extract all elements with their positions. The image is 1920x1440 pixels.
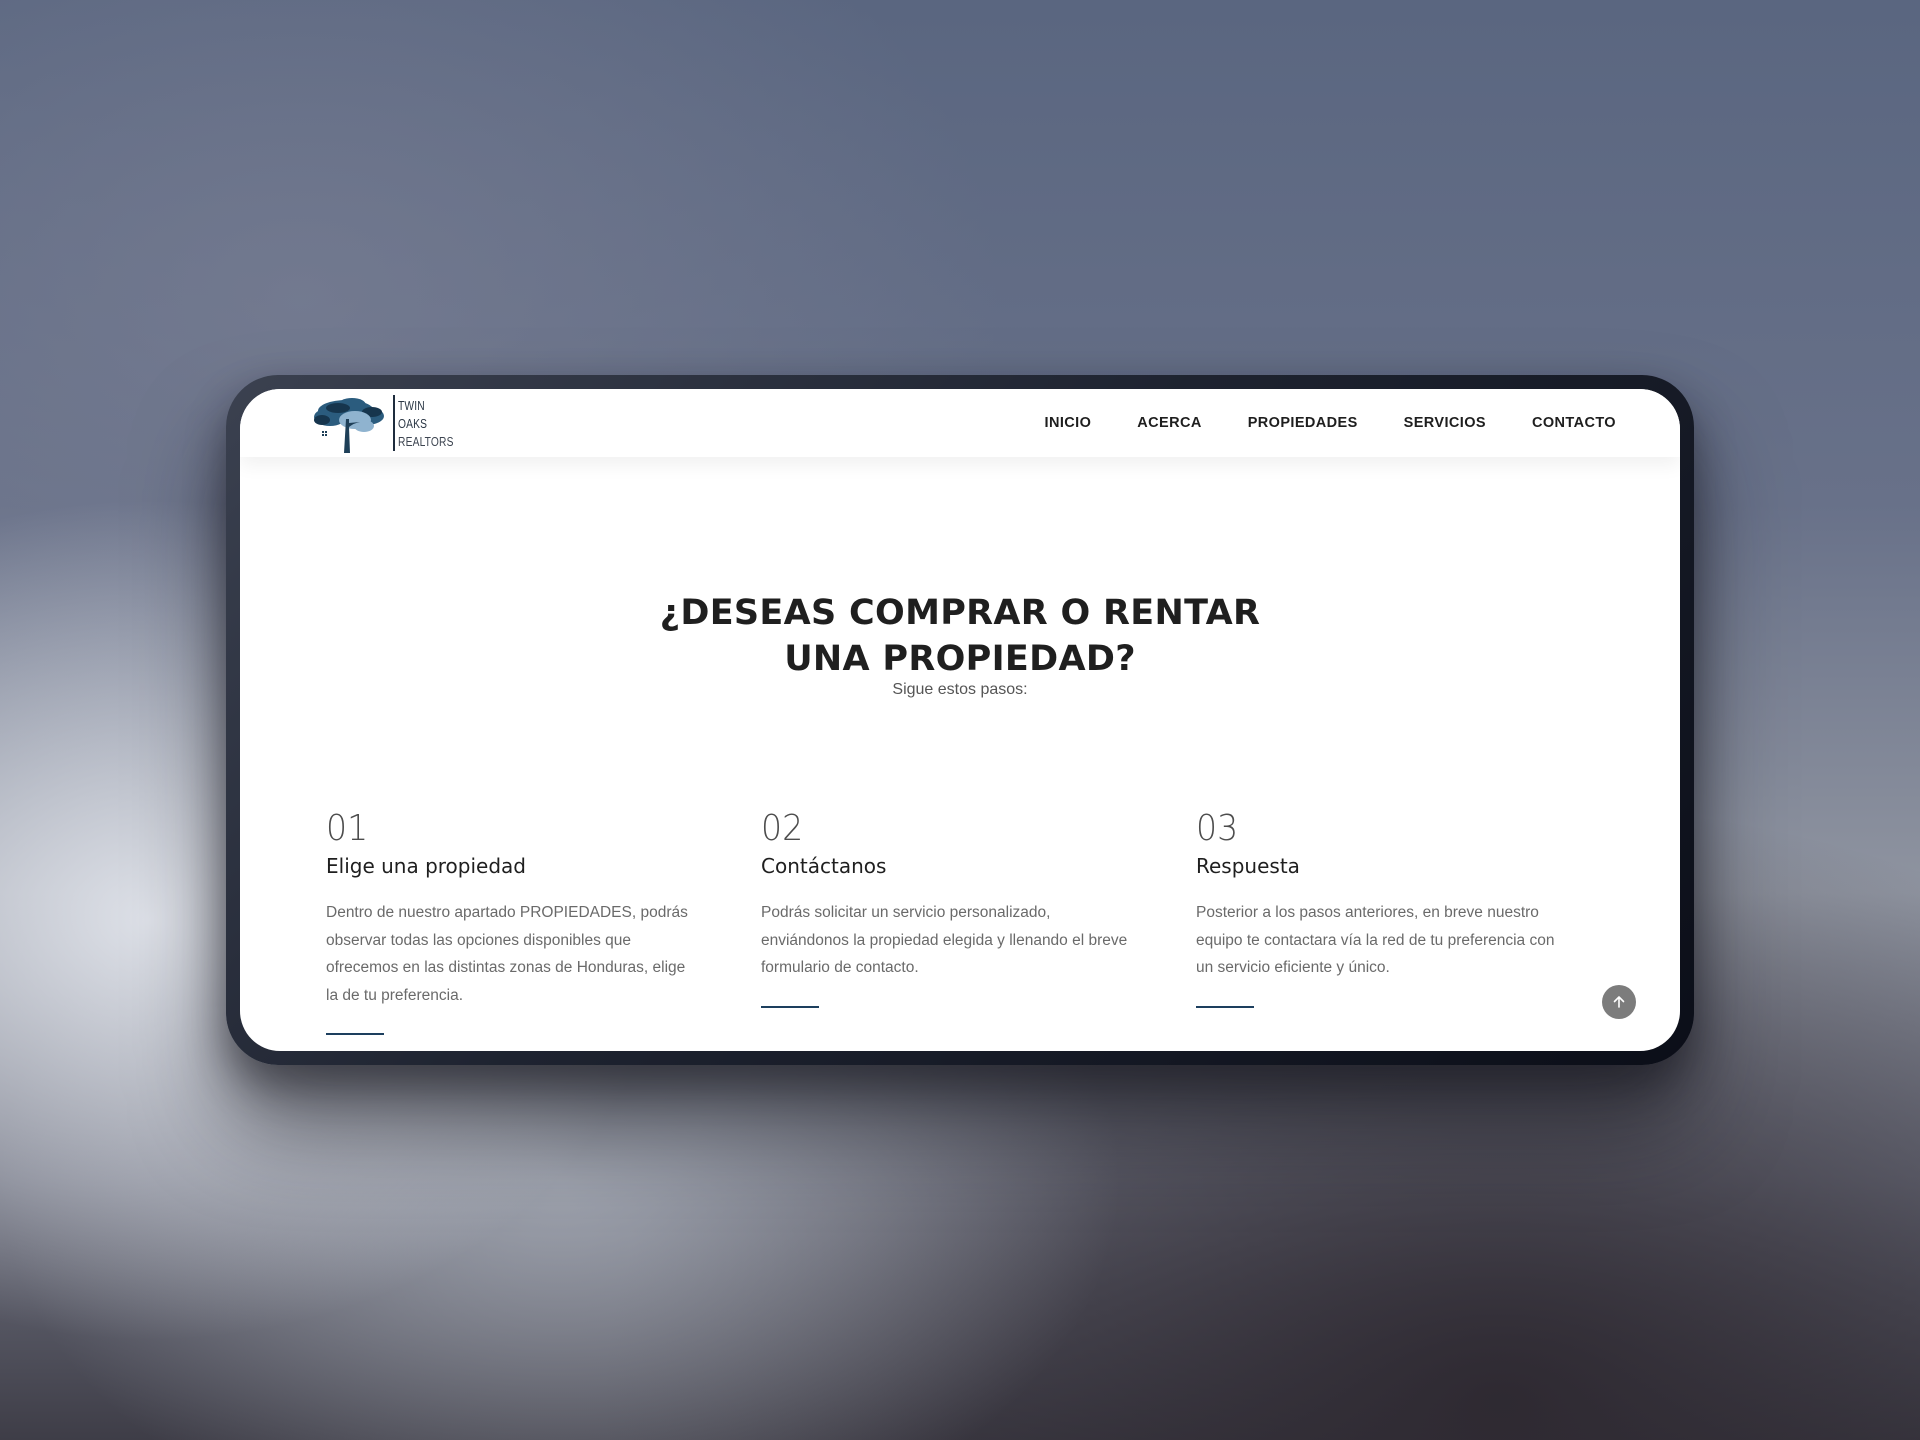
step-number: 03 (1196, 808, 1239, 849)
logo-line-twin: TWIN (398, 399, 425, 413)
scroll-to-top-button[interactable] (1602, 985, 1636, 1019)
logo-divider (393, 395, 395, 451)
step-accent-line (761, 1005, 819, 1008)
step-number: 02 (761, 808, 804, 849)
step-title: Elige una propiedad (326, 854, 526, 878)
section-title-line-2: UNA PROPIEDAD? (784, 639, 1136, 680)
step-accent-line (1196, 1005, 1254, 1008)
step-accent-line (326, 1033, 384, 1035)
step-description: Posterior a los pasos anteriores, en bre… (1196, 904, 1555, 976)
nav-item-propiedades[interactable]: PROPIEDADES (1248, 415, 1358, 431)
device-frame: TWIN OAKS REALTORS INICIO ACERCA PROPIED… (226, 375, 1694, 1065)
arrow-up-icon (1613, 996, 1625, 1008)
logo-line-realtors: REALTORS (398, 435, 454, 449)
step-description: Podrás solicitar un servicio personaliza… (761, 904, 1128, 976)
website-viewport: TWIN OAKS REALTORS INICIO ACERCA PROPIED… (240, 389, 1680, 1051)
nav-item-inicio[interactable]: INICIO (1045, 415, 1092, 431)
main-nav: INICIO ACERCA PROPIEDADES SERVICIOS CONT… (1045, 389, 1616, 457)
logo-line-oaks: OAKS (398, 417, 428, 431)
step-title: Respuesta (1196, 854, 1300, 878)
step-card-3: 03 Respuesta Posterior a los pasos anter… (1196, 809, 1576, 1008)
step-card-2: 02 Contáctanos Podrás solicitar un servi… (761, 809, 1141, 1008)
logo-wordmark: TWIN OAKS REALTORS (398, 397, 466, 451)
section-title: ¿DESEAS COMPRAR O RENTAR UNA PROPIEDAD? (240, 590, 1680, 682)
nav-item-servicios[interactable]: SERVICIOS (1404, 415, 1486, 431)
section-title-line-1: ¿DESEAS COMPRAR O RENTAR (659, 593, 1261, 634)
site-header: TWIN OAKS REALTORS INICIO ACERCA PROPIED… (240, 389, 1680, 457)
site-logo[interactable]: TWIN OAKS REALTORS (308, 393, 458, 453)
oak-tree-icon (314, 398, 384, 453)
section-subtitle: Sigue estos pasos: (892, 681, 1028, 698)
nav-item-contacto[interactable]: CONTACTO (1532, 415, 1616, 431)
step-card-1: 01 Elige una propiedad Dentro de nuestro… (326, 809, 706, 1035)
nav-item-acerca[interactable]: ACERCA (1137, 415, 1201, 431)
step-title: Contáctanos (761, 854, 887, 878)
step-description: Dentro de nuestro apartado PROPIEDADES, … (326, 904, 688, 1004)
step-number: 01 (326, 808, 369, 849)
